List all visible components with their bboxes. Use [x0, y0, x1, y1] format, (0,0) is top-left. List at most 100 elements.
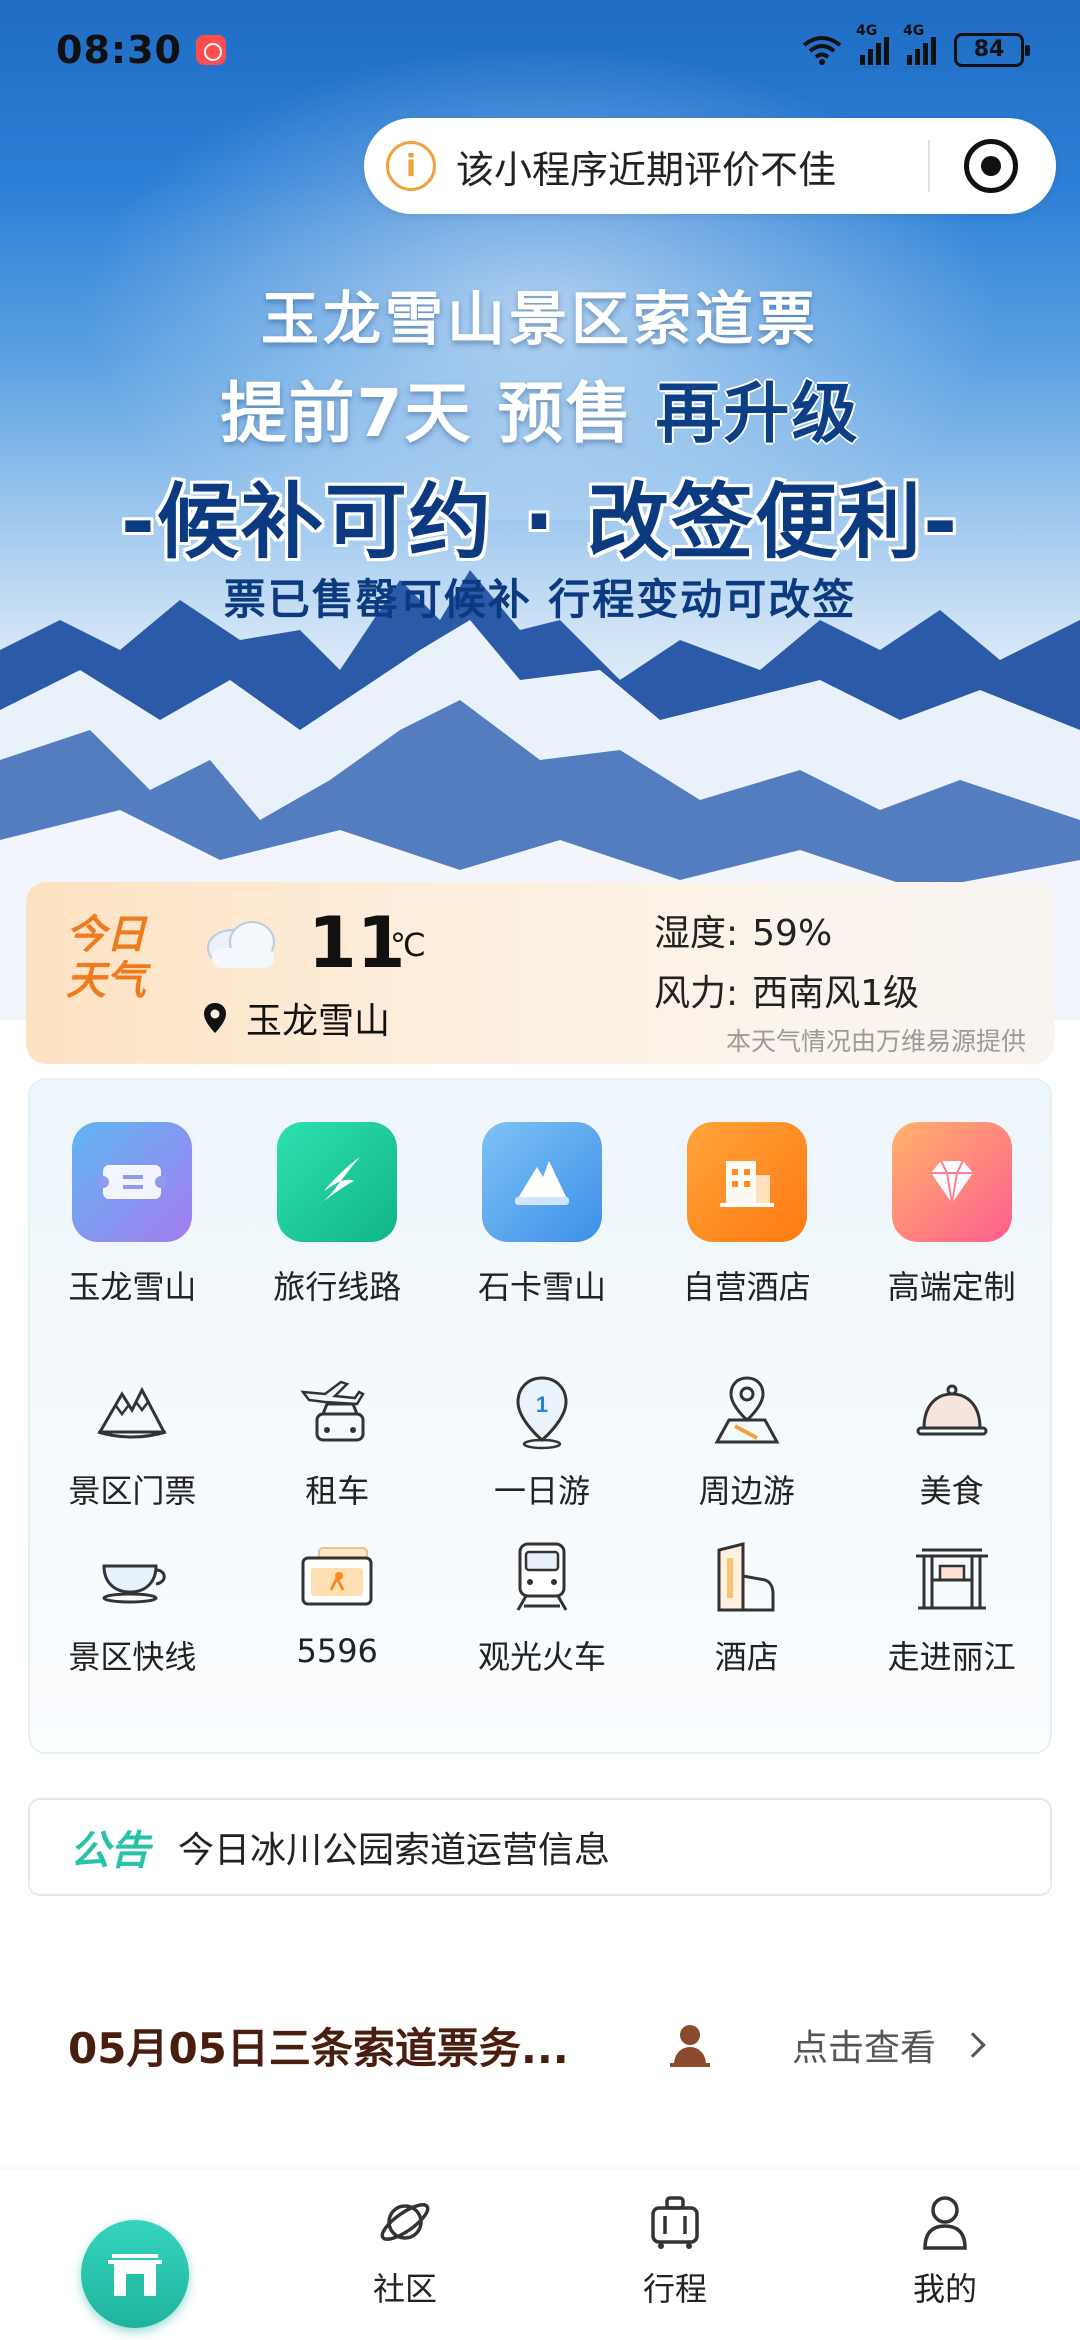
rating-warning-text[interactable]: 该小程序近期评价不佳 [456, 139, 928, 194]
service-label: 酒店 [714, 1638, 779, 1676]
service-5596[interactable]: 5596 [235, 1536, 440, 1678]
weather-tag-line2: 天气 [66, 958, 146, 1004]
close-target-icon[interactable] [964, 139, 1018, 193]
cloche-icon [916, 1384, 988, 1436]
weather-source-note: 本天气情况由万维易源提供 [725, 1027, 1026, 1056]
tab-label: 我的 [912, 2270, 977, 2308]
building-icon [686, 1122, 807, 1242]
humidity-label: 湿度: [654, 913, 739, 954]
service-label: 旅行线路 [273, 1268, 402, 1306]
wind-row: 风力: 西南风1级 [654, 964, 919, 1016]
featured-services-row: 玉龙雪山 旅行线路 石卡雪山 自营酒店 高端定制 [30, 1122, 1054, 1308]
tab-home[interactable] [0, 2170, 270, 2340]
weather-location: 玉龙雪山 [202, 992, 390, 1044]
location-pin-icon [204, 1003, 226, 1033]
network-type-2: 4G [903, 23, 925, 39]
service-explore-lijiang[interactable]: 走进丽江 [849, 1536, 1054, 1678]
chevron-right-icon[interactable] [960, 2032, 986, 2058]
view-details-link[interactable]: 点击查看 [792, 2019, 936, 2071]
service-label: 美食 [919, 1472, 984, 1510]
service-label: 租车 [305, 1472, 370, 1510]
hero-tagline: 票已售罄可候补 行程变动可改签 [223, 575, 857, 624]
cloud-icon [207, 921, 275, 968]
service-food[interactable]: 美食 [849, 1370, 1054, 1512]
services-row-3: 景区快线 5596 观光火车 酒店 走进丽江 [30, 1536, 1054, 1678]
weather-tag-line1: 今日 [66, 912, 146, 958]
service-label: 高端定制 [887, 1268, 1016, 1306]
tab-label: 行程 [642, 2270, 707, 2308]
wind-value: 西南风1级 [752, 973, 920, 1014]
capsule-divider [928, 140, 930, 192]
humidity-row: 湿度: 59% [654, 904, 832, 956]
person-icon [670, 2025, 710, 2067]
info-icon: i [386, 141, 436, 191]
service-shika-snow-mountain[interactable]: 石卡雪山 [440, 1122, 645, 1308]
location-name: 玉龙雪山 [246, 1001, 391, 1042]
announcement-bar[interactable]: 公告 今日冰川公园索道运营信息 [28, 1798, 1052, 1896]
hotel-icon [717, 1542, 775, 1612]
mountain-ticket-icon [97, 1386, 167, 1439]
service-label: 走进丽江 [887, 1638, 1016, 1676]
service-label: 观光火车 [477, 1638, 606, 1676]
service-label: 景区门票 [68, 1472, 197, 1510]
user-icon [923, 2196, 967, 2250]
news-item[interactable]: 05月05日三条索道票务... 点击查看 [68, 2010, 1008, 2080]
service-sightseeing-train[interactable]: 观光火车 [440, 1536, 645, 1678]
mini-program-capsule[interactable]: i 该小程序近期评价不佳 [364, 118, 1056, 214]
service-label: 玉龙雪山 [68, 1268, 197, 1306]
route-icon [277, 1122, 398, 1242]
service-travel-routes[interactable]: 旅行线路 [235, 1122, 440, 1308]
hero-title: 玉龙雪山景区索道票 [260, 285, 819, 353]
status-bar: 08:30 4G 4G 84 [0, 0, 1080, 100]
svg-text:1: 1 [536, 1392, 548, 1417]
service-nearby-tour[interactable]: 周边游 [644, 1370, 849, 1512]
service-label: 5596 [296, 1632, 378, 1670]
status-time: 08:30 [56, 28, 182, 72]
temperature-unit: ℃ [390, 926, 426, 964]
train-icon [516, 1542, 568, 1611]
tab-community[interactable]: 社区 [270, 2170, 540, 2340]
service-label: 石卡雪山 [477, 1268, 606, 1306]
map-pin-one-icon: 1 [516, 1376, 568, 1450]
service-label: 自营酒店 [682, 1268, 811, 1306]
hero-subtitle-b: 再升级 [655, 375, 860, 452]
service-premium-custom[interactable]: 高端定制 [849, 1122, 1054, 1308]
service-scenic-express[interactable]: 景区快线 [30, 1536, 235, 1678]
snow-mountain-icon [481, 1122, 602, 1242]
tab-itinerary[interactable]: 行程 [540, 2170, 810, 2340]
battery-icon: 84 [954, 33, 1030, 67]
tab-me[interactable]: 我的 [810, 2170, 1080, 2340]
service-self-run-hotel[interactable]: 自营酒店 [644, 1122, 849, 1308]
service-car-rental[interactable]: 租车 [235, 1370, 440, 1512]
today-weather-tag: 今日 天气 [66, 912, 146, 1004]
bottom-tab-bar: 社区 行程 我的 [0, 2170, 1080, 2340]
card-icon [301, 1547, 373, 1606]
service-yulong-snow-mountain[interactable]: 玉龙雪山 [30, 1122, 235, 1308]
announcement-text[interactable]: 今日冰川公园索道运营信息 [178, 1821, 610, 1873]
service-label: 周边游 [698, 1472, 795, 1510]
weather-card[interactable]: 今日 天气 11 ℃ 玉龙雪山 湿度: 59% 风力: 西南风1级 本天气情况由万维… [26, 882, 1054, 1064]
hero-subtitle: 提前7天 预售 再升级 [0, 360, 1080, 456]
tab-label: 社区 [372, 2270, 437, 2308]
cell-signal-icon: 4G [856, 23, 889, 65]
map-location-icon [714, 1376, 780, 1444]
service-hotel[interactable]: 酒店 [644, 1536, 849, 1678]
service-label: 景区快线 [68, 1638, 197, 1676]
services-row-2: 景区门票 租车 1 一日游 周边游 美食 [30, 1370, 1054, 1512]
alarm-app-icon [195, 35, 226, 65]
service-label: 一日游 [493, 1472, 590, 1510]
gate-icon [915, 1548, 988, 1610]
network-type: 4G [856, 23, 878, 39]
service-scenic-tickets[interactable]: 景区门票 [30, 1370, 235, 1512]
announcement-tag: 公告 [70, 1828, 150, 1874]
cup-icon [102, 1564, 167, 1604]
luggage-icon [651, 2196, 699, 2249]
wind-label: 风力: [654, 973, 739, 1014]
home-gate-icon[interactable] [81, 2220, 189, 2328]
hero-banner[interactable]: 08:30 4G 4G 84 i 该小程序近期评价不佳 玉龙雪山景区索道票 提前… [0, 0, 1080, 1020]
hero-slogan: -候补可约 · 改签便利- [120, 475, 960, 570]
humidity-value: 59% [752, 913, 833, 954]
service-day-tour[interactable]: 1 一日游 [440, 1370, 645, 1512]
news-title[interactable]: 05月05日三条索道票务... [68, 2015, 628, 2076]
hero-subtitle-a: 提前7天 预售 [220, 375, 634, 452]
